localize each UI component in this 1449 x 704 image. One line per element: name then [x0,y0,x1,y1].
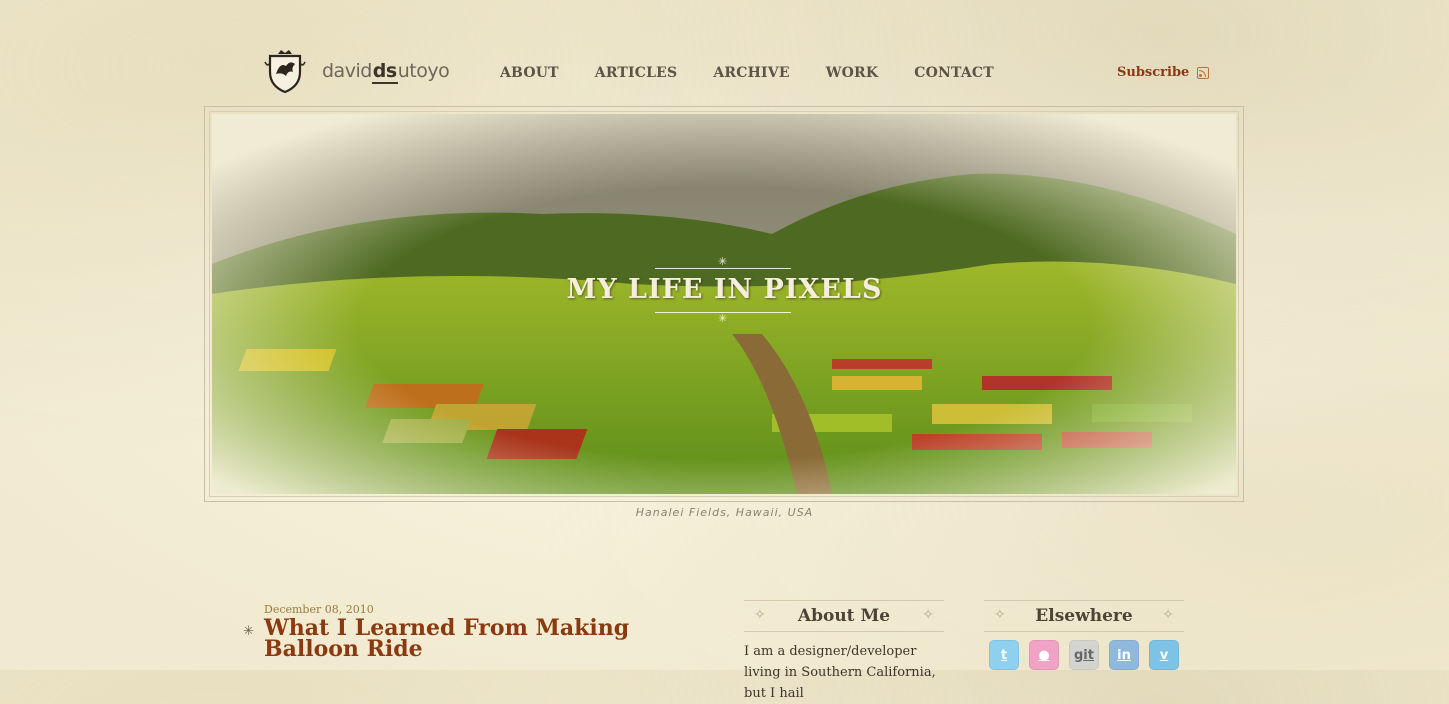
elsewhere-title: Elsewhere [1035,606,1133,626]
logo-wordmark: daviddsutoyo [322,60,450,84]
nav-contact[interactable]: CONTACT [914,65,994,81]
nav-archive[interactable]: ARCHIVE [713,65,789,81]
nav-articles[interactable]: ARTICLES [595,65,678,81]
diamond-ornament-icon: ✧ [994,607,1006,623]
ornament-star-icon: ✳ [718,255,728,268]
hero-title: MY LIFE IN PIXELS [566,274,883,305]
nav-about[interactable]: ABOUT [500,65,559,81]
subscribe-link[interactable]: Subscribe [1117,65,1210,80]
asterisk-icon: ✳ [243,624,254,639]
about-title: About Me [797,606,891,626]
hero-caption: Hanalei Fields, Hawaii, USA [635,506,814,519]
hero-rule-top [655,268,791,269]
social-links: t ● git in v [989,640,1189,670]
diamond-ornament-icon: ✧ [1162,607,1174,623]
post-title-link[interactable]: What I Learned From Making Balloon Ride [264,617,684,660]
nav-work[interactable]: WORK [826,65,879,81]
about-text: I am a designer/developer living in Sout… [744,644,936,701]
ornament-star-icon: ✳ [718,312,728,325]
diamond-ornament-icon: ✧ [754,607,766,623]
about-widget-header: ✧ About Me ✧ [744,600,944,632]
vimeo-icon[interactable]: v [1149,640,1179,670]
rss-icon [1197,66,1210,79]
linkedin-icon[interactable]: in [1109,640,1139,670]
subscribe-label: Subscribe [1117,65,1190,80]
site-logo[interactable]: daviddsutoyo [262,48,450,94]
crest-icon [264,50,306,94]
main-nav: ABOUT ARTICLES ARCHIVE WORK CONTACT [500,65,1030,81]
dribbble-icon[interactable]: ● [1029,640,1059,670]
github-icon[interactable]: git [1069,640,1099,670]
twitter-icon[interactable]: t [989,640,1019,670]
diamond-ornament-icon: ✧ [922,607,934,623]
elsewhere-widget-header: ✧ Elsewhere ✧ [984,600,1184,632]
